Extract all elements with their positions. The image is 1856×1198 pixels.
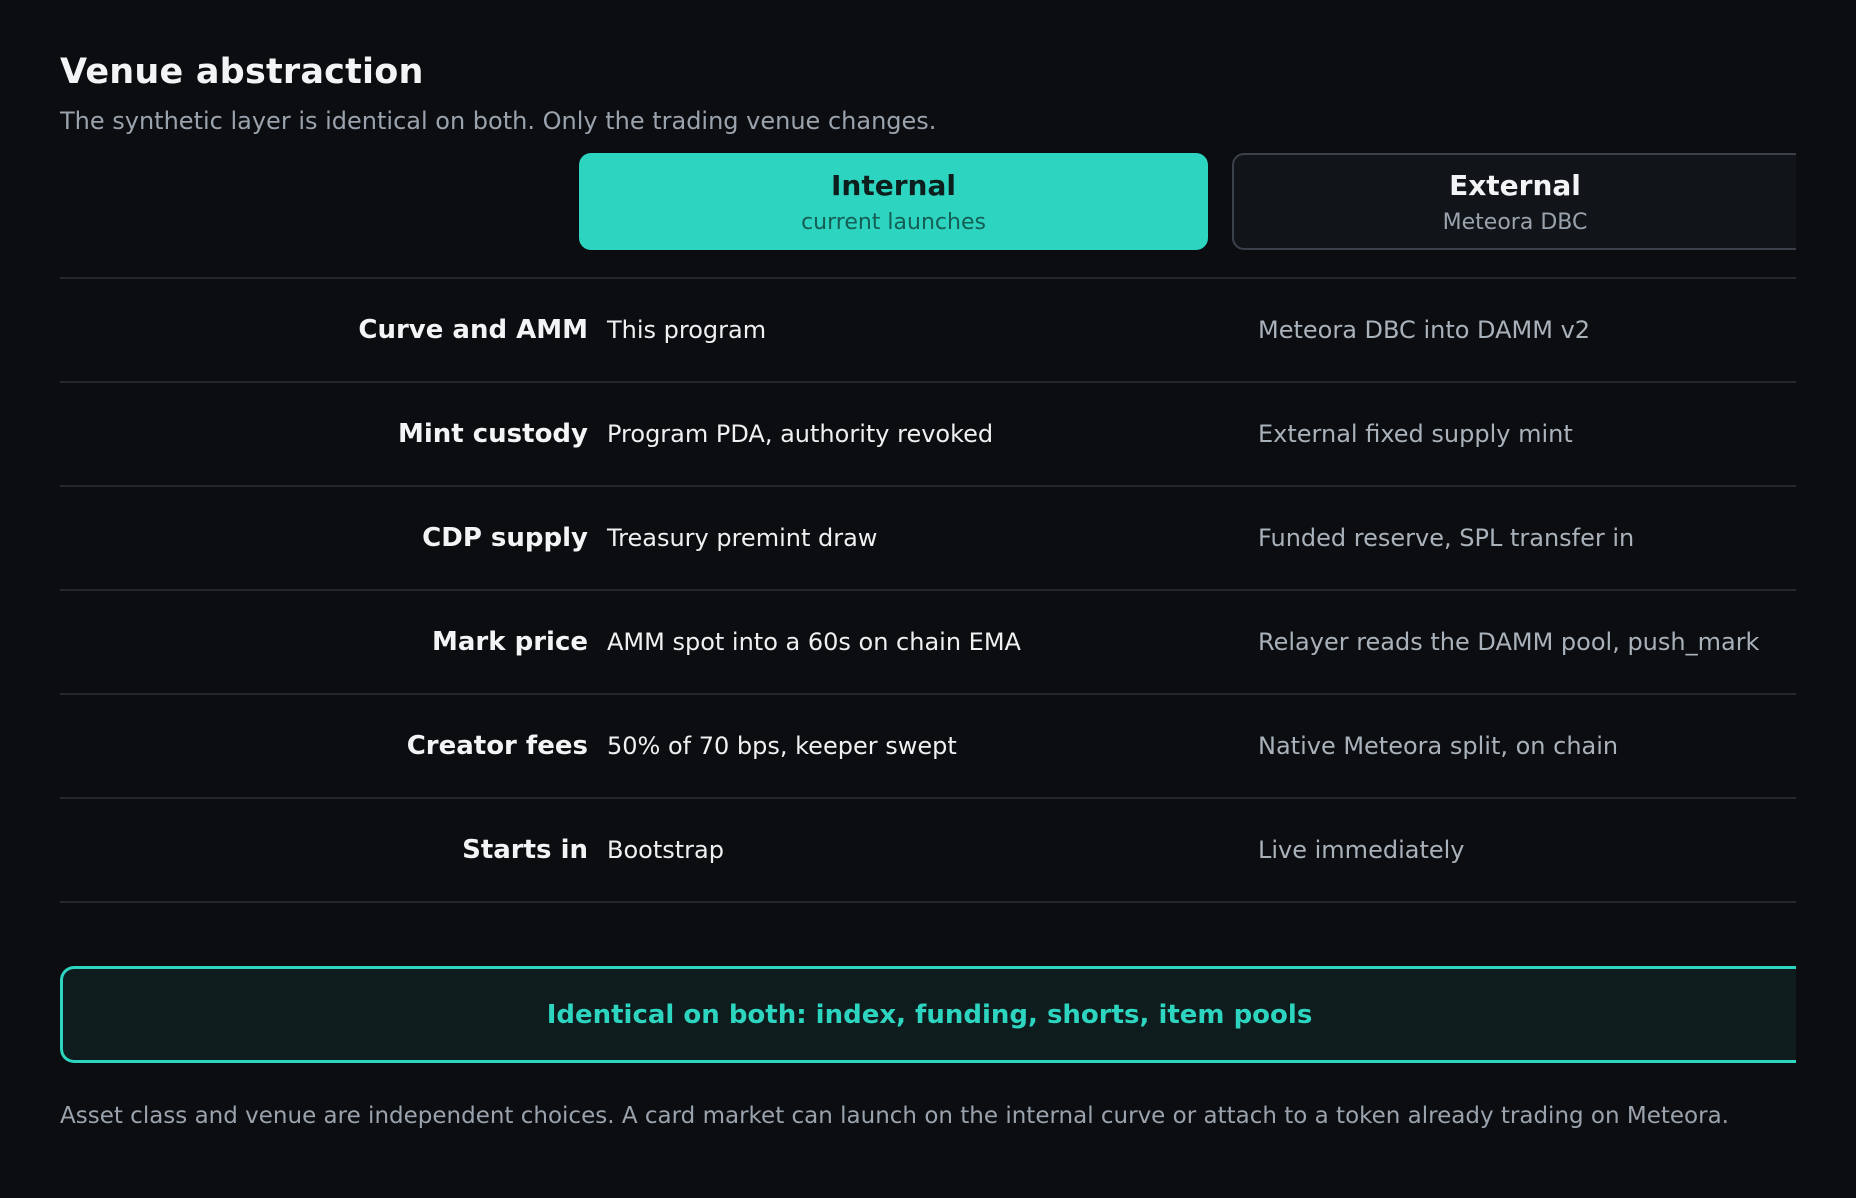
- row-external-value: External fixed supply mint: [1258, 420, 1573, 448]
- row-internal-value: Treasury premint draw: [607, 524, 878, 552]
- row-label: Creator fees: [406, 731, 588, 761]
- row-external-value: Funded reserve, SPL transfer in: [1258, 524, 1635, 552]
- page-subtitle: The synthetic layer is identical on both…: [60, 107, 937, 135]
- tab-internal-subtitle: current launches: [801, 209, 986, 235]
- table-row: CDP supply Treasury premint draw Funded …: [60, 487, 1796, 591]
- shared-features-callout: Identical on both: index, funding, short…: [60, 966, 1796, 1063]
- row-internal-value: Bootstrap: [607, 836, 724, 864]
- table-row: Mint custody Program PDA, authority revo…: [60, 383, 1796, 487]
- comparison-table: Curve and AMM This program Meteora DBC i…: [60, 277, 1796, 903]
- row-label: CDP supply: [422, 523, 588, 553]
- row-label: Mark price: [432, 627, 588, 657]
- footnote: Asset class and venue are independent ch…: [60, 1103, 1729, 1129]
- tab-external-subtitle: Meteora DBC: [1442, 209, 1588, 235]
- row-label: Starts in: [462, 835, 588, 865]
- page-title: Venue abstraction: [60, 52, 424, 92]
- table-row: Starts in Bootstrap Live immediately: [60, 799, 1796, 903]
- callout-text: Identical on both: index, funding, short…: [546, 999, 1313, 1030]
- row-external-value: Meteora DBC into DAMM v2: [1258, 316, 1591, 344]
- row-internal-value: Program PDA, authority revoked: [607, 420, 994, 448]
- row-external-value: Relayer reads the DAMM pool, push_mark: [1258, 628, 1760, 656]
- row-label: Curve and AMM: [358, 315, 588, 345]
- row-internal-value: AMM spot into a 60s on chain EMA: [607, 628, 1021, 656]
- venue-abstraction-panel: Venue abstraction The synthetic layer is…: [60, 0, 1796, 1198]
- tab-external-title: External: [1449, 168, 1581, 202]
- row-internal-value: 50% of 70 bps, keeper swept: [607, 732, 957, 760]
- row-internal-value: This program: [607, 316, 767, 344]
- row-external-value: Live immediately: [1258, 836, 1465, 864]
- table-row: Mark price AMM spot into a 60s on chain …: [60, 591, 1796, 695]
- tab-internal-title: Internal: [831, 168, 956, 202]
- table-row: Curve and AMM This program Meteora DBC i…: [60, 279, 1796, 383]
- tab-internal[interactable]: Internal current launches: [579, 153, 1208, 250]
- tab-external[interactable]: External Meteora DBC: [1232, 153, 1796, 250]
- row-label: Mint custody: [397, 419, 588, 449]
- table-row: Creator fees 50% of 70 bps, keeper swept…: [60, 695, 1796, 799]
- row-external-value: Native Meteora split, on chain: [1258, 732, 1619, 760]
